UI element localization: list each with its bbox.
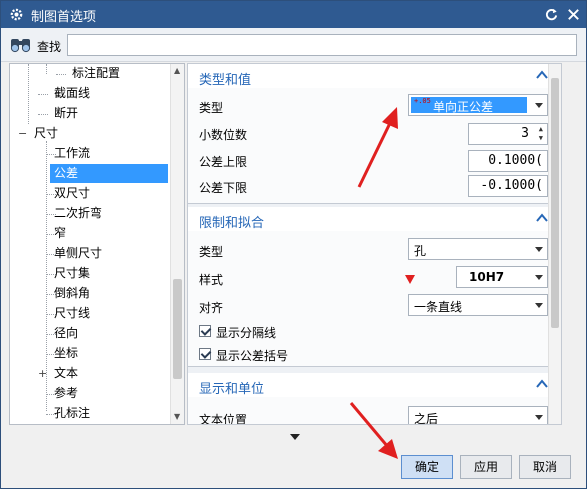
chevron-down-icon	[535, 303, 543, 308]
text-position-select[interactable]: 之后	[408, 406, 548, 424]
show-brackets-label: 显示公差括号	[216, 349, 289, 363]
fit-style-select[interactable]: 10H7	[456, 266, 548, 288]
tree-item-dual-dimension[interactable]: 双尺寸	[54, 184, 90, 203]
tree-item-single-sided[interactable]: 单侧尺寸	[54, 244, 102, 263]
search-label: 查找	[37, 40, 62, 54]
upper-limit-label: 公差上限	[199, 155, 248, 169]
tree-item-radial[interactable]: 径向	[54, 324, 78, 343]
unilateral-tolerance-icon: +.05	[414, 97, 431, 105]
align-select[interactable]: 一条直线	[408, 294, 548, 316]
chevron-down-icon	[535, 247, 543, 252]
chevron-down-icon	[535, 275, 543, 280]
show-brackets-checkbox[interactable]	[199, 348, 211, 360]
category-tree: 标注配置 截面线 断开 − 尺寸 工作流 公差 双尺寸 二次折弯 窄 单侧尺寸 …	[9, 63, 185, 425]
section-type-value: 类型和值 类型 +.05 单向正公差 小数位数 3 ▲ ▼ 公差上限 0.1000…	[188, 64, 561, 204]
fit-type-select[interactable]: 孔	[408, 238, 548, 260]
close-icon[interactable]	[566, 7, 581, 22]
tree-item-text[interactable]: 文本	[54, 364, 78, 383]
lower-limit-input[interactable]: -0.1000(	[468, 175, 548, 197]
tree-item-dimension-line[interactable]: 尺寸线	[54, 304, 90, 323]
expand-text-icon[interactable]: +	[38, 368, 47, 379]
chevron-up-icon[interactable]	[535, 68, 549, 82]
section-title: 限制和拟合	[199, 216, 265, 231]
fit-type-label: 类型	[199, 245, 224, 259]
tree-item-hole-callout[interactable]: 孔标注	[54, 404, 90, 423]
tolerance-type-value: 单向正公差	[433, 100, 494, 114]
tree-item-narrow[interactable]: 窄	[54, 224, 66, 243]
more-options-icon[interactable]	[290, 434, 300, 440]
tree-item-section-line[interactable]: 截面线	[54, 84, 90, 103]
chevron-down-icon	[535, 103, 543, 108]
upper-limit-input[interactable]: 0.1000(	[468, 150, 548, 172]
tree-scrollbar[interactable]: ▲ ▼	[170, 64, 184, 424]
decimals-stepper[interactable]: 3 ▲ ▼	[468, 123, 548, 145]
type-label: 类型	[199, 101, 224, 115]
spin-icon[interactable]: ▲ ▼	[539, 125, 543, 143]
lower-limit-label: 公差下限	[199, 181, 248, 195]
tree-item-dimension-set[interactable]: 尺寸集	[54, 264, 90, 283]
tree-item-reference[interactable]: 参考	[54, 384, 78, 403]
text-position-label: 文本位置	[199, 413, 248, 425]
chevron-up-icon[interactable]	[535, 377, 549, 391]
tree-item-break[interactable]: 断开	[54, 104, 78, 123]
reset-icon[interactable]	[544, 7, 559, 22]
section-limits-fits: 限制和拟合 类型 孔 样式 10H7 对齐 一条直线 显示分隔线 显示公差括号	[188, 207, 561, 367]
section-title: 类型和值	[199, 73, 252, 88]
chevron-down-icon	[535, 415, 543, 420]
title-bar: 制图首选项	[1, 1, 586, 28]
section-header[interactable]: 显示和单位	[188, 373, 561, 397]
tolerance-type-select[interactable]: +.05 单向正公差	[408, 94, 548, 116]
collapse-dimension-icon[interactable]: −	[18, 128, 27, 139]
align-label: 对齐	[199, 301, 224, 315]
apply-button[interactable]: 应用	[460, 455, 512, 479]
tree-item-ordinate[interactable]: 坐标	[54, 344, 78, 363]
show-separator-checkbox[interactable]	[199, 325, 211, 337]
preferences-dialog: 制图首选项 查找 标注配置 截面线 断开 − 尺寸 工作流 公差 双尺寸 二次折…	[0, 0, 587, 489]
ok-button[interactable]: 确定	[401, 455, 453, 479]
tree-item-dimension[interactable]: 尺寸	[34, 124, 58, 143]
panel-scrollbar[interactable]	[548, 64, 561, 424]
section-display-units: 显示和单位 文本位置 之后	[188, 373, 561, 425]
search-row: 查找	[1, 28, 586, 62]
section-header[interactable]: 限制和拟合	[188, 207, 561, 231]
settings-panel: 类型和值 类型 +.05 单向正公差 小数位数 3 ▲ ▼ 公差上限 0.1000…	[187, 63, 562, 425]
binoculars-icon	[10, 39, 31, 53]
gear-icon	[10, 8, 23, 21]
tree-scroll-thumb[interactable]	[173, 279, 182, 379]
chevron-up-icon[interactable]	[535, 211, 549, 225]
tree-item-tolerance[interactable]: 公差	[50, 164, 168, 183]
style-label: 样式	[199, 273, 224, 287]
section-title: 显示和单位	[199, 382, 265, 397]
tree-item-secondary-bend[interactable]: 二次折弯	[54, 204, 102, 223]
tree-item-workflow[interactable]: 工作流	[54, 144, 90, 163]
panel-scroll-thumb[interactable]	[551, 78, 559, 328]
marker-icon	[405, 275, 415, 284]
search-input[interactable]	[67, 34, 577, 56]
decimals-label: 小数位数	[199, 128, 248, 142]
tree-item-annotation-config[interactable]: 标注配置	[72, 64, 120, 83]
show-separator-label: 显示分隔线	[216, 326, 277, 340]
window-title: 制图首选项	[31, 10, 97, 25]
section-header[interactable]: 类型和值	[188, 64, 561, 88]
tree-item-chamfer[interactable]: 倒斜角	[54, 284, 90, 303]
cancel-button[interactable]: 取消	[519, 455, 571, 479]
